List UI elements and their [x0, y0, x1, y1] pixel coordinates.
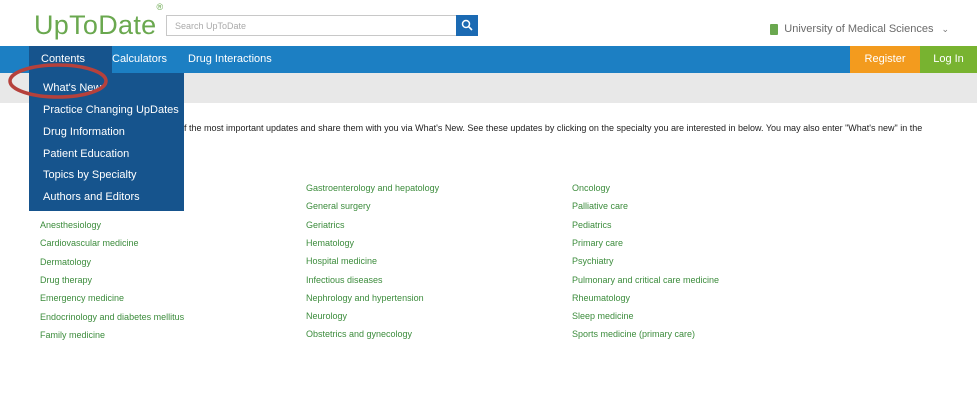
dropdown-item-drug-information[interactable]: Drug Information — [43, 126, 125, 138]
specialty-link[interactable]: Palliative care — [572, 201, 628, 211]
institution-name: University of Medical Sciences — [784, 23, 934, 35]
specialty-link[interactable]: Hematology — [306, 238, 354, 248]
specialty-link[interactable]: Obstetrics and gynecology — [306, 329, 412, 339]
specialty-link[interactable]: Endocrinology and diabetes mellitus — [40, 312, 184, 322]
institution-icon — [770, 23, 779, 35]
specialty-link[interactable]: Sleep medicine — [572, 311, 634, 321]
intro-text: f the most important updates and share t… — [184, 123, 923, 133]
dropdown-item-practice-changing-updates[interactable]: Practice Changing UpDates — [43, 104, 179, 116]
specialty-link[interactable]: Primary care — [572, 238, 623, 248]
specialty-link[interactable]: Family medicine — [40, 330, 105, 340]
specialty-link[interactable]: Nephrology and hypertension — [306, 293, 424, 303]
specialty-link[interactable]: Dermatology — [40, 257, 91, 267]
specialty-link[interactable]: Gastroenterology and hepatology — [306, 183, 439, 193]
specialty-link[interactable]: Infectious diseases — [306, 275, 383, 285]
specialty-link[interactable]: Sports medicine (primary care) — [572, 329, 695, 339]
specialty-link[interactable]: Pediatrics — [572, 220, 612, 230]
specialty-link[interactable]: Neurology — [306, 311, 347, 321]
chevron-down-icon: ⌄ — [941, 23, 949, 34]
specialty-link[interactable]: Cardiovascular medicine — [40, 238, 139, 248]
specialty-link[interactable]: General surgery — [306, 201, 371, 211]
specialty-link[interactable]: Anesthesiology — [40, 220, 101, 230]
specialty-link[interactable]: Oncology — [572, 183, 610, 193]
specialty-link[interactable]: Rheumatology — [572, 293, 630, 303]
specialty-link[interactable]: Psychiatry — [572, 256, 614, 266]
institution-selector[interactable]: University of Medical Sciences ⌄ — [770, 23, 949, 35]
dropdown-item-topics-by-specialty[interactable]: Topics by Specialty — [43, 169, 137, 181]
highlight-ellipse — [8, 63, 108, 99]
uptodate-logo[interactable]: UpToDate® — [34, 2, 163, 41]
login-button[interactable]: Log In — [920, 46, 977, 73]
specialty-link[interactable]: Pulmonary and critical care medicine — [572, 275, 719, 285]
logo-text: UpToDate — [34, 10, 157, 40]
search-bar — [166, 15, 478, 36]
dropdown-item-patient-education[interactable]: Patient Education — [43, 148, 129, 160]
header: UpToDate® University of Medical Sciences… — [0, 0, 977, 46]
dropdown-item-authors-and-editors[interactable]: Authors and Editors — [43, 191, 140, 203]
register-button[interactable]: Register — [850, 46, 920, 73]
logo-registered-mark: ® — [156, 2, 164, 12]
specialty-link[interactable]: Emergency medicine — [40, 293, 124, 303]
specialty-link[interactable]: Hospital medicine — [306, 256, 377, 266]
search-button[interactable] — [456, 15, 478, 36]
nav-drug-interactions[interactable]: Drug Interactions — [188, 46, 272, 73]
specialty-link[interactable]: Drug therapy — [40, 275, 92, 285]
main-nav: Contents Calculators Drug Interactions R… — [0, 46, 977, 73]
specialty-link[interactable]: Geriatrics — [306, 220, 345, 230]
nav-calculators[interactable]: Calculators — [112, 46, 167, 73]
search-icon — [461, 19, 473, 31]
search-input[interactable] — [166, 15, 456, 36]
